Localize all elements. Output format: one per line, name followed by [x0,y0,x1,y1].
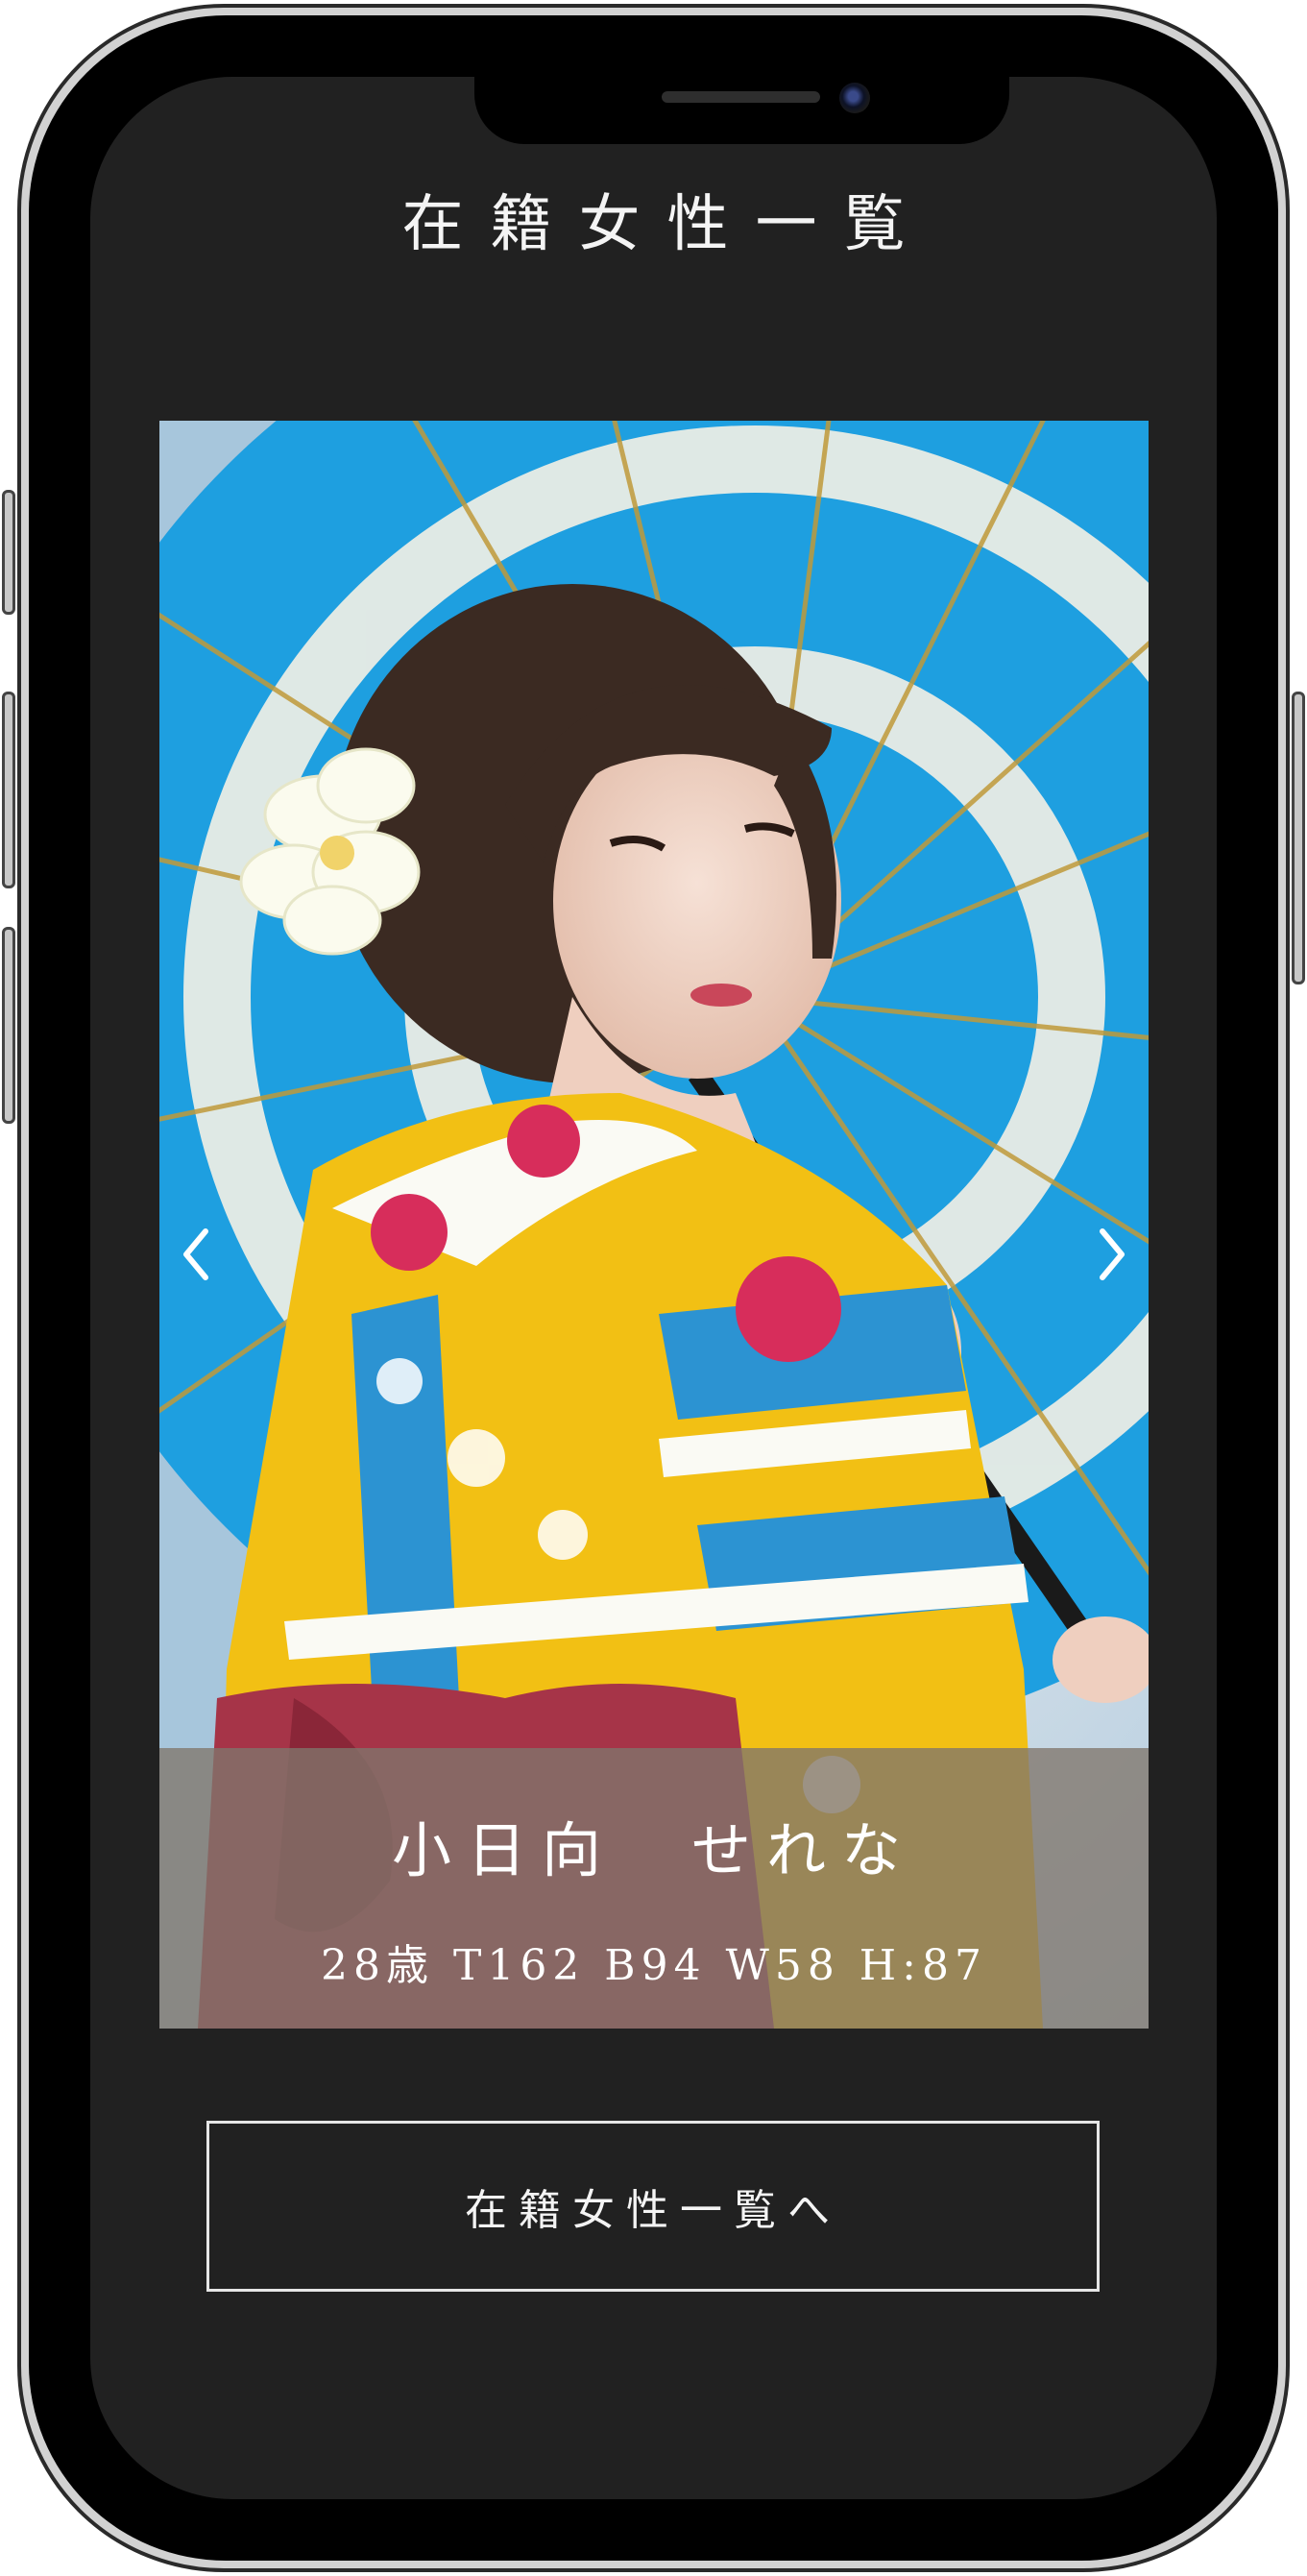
volume-up-button [2,692,15,888]
view-all-button[interactable]: 在籍女性一覧へ [206,2121,1100,2292]
phone-screen: 在籍女性一覧 小日向 せれな 28歳 T162 B94 W58 H:87 在籍女… [90,77,1217,2499]
speaker-grille [662,91,820,103]
profile-stats: 28歳 T162 B94 W58 H:87 [321,1941,987,1990]
notch [474,77,1009,144]
volume-down-button [2,927,15,1124]
chevron-right-icon [1100,1228,1125,1280]
profile-slide[interactable]: 小日向 せれな 28歳 T162 B94 W58 H:87 [159,421,1149,2029]
silent-switch [2,490,15,615]
profile-caption: 小日向 せれな 28歳 T162 B94 W58 H:87 [159,1748,1149,2029]
page-title: 在籍女性一覧 [401,189,932,260]
front-camera-icon [839,83,870,113]
profile-name: 小日向 せれな [391,1815,916,1885]
slider-next-button[interactable] [1093,1221,1131,1288]
chevron-left-icon [183,1228,208,1280]
slider-prev-button[interactable] [177,1221,215,1288]
power-button [1292,692,1305,984]
